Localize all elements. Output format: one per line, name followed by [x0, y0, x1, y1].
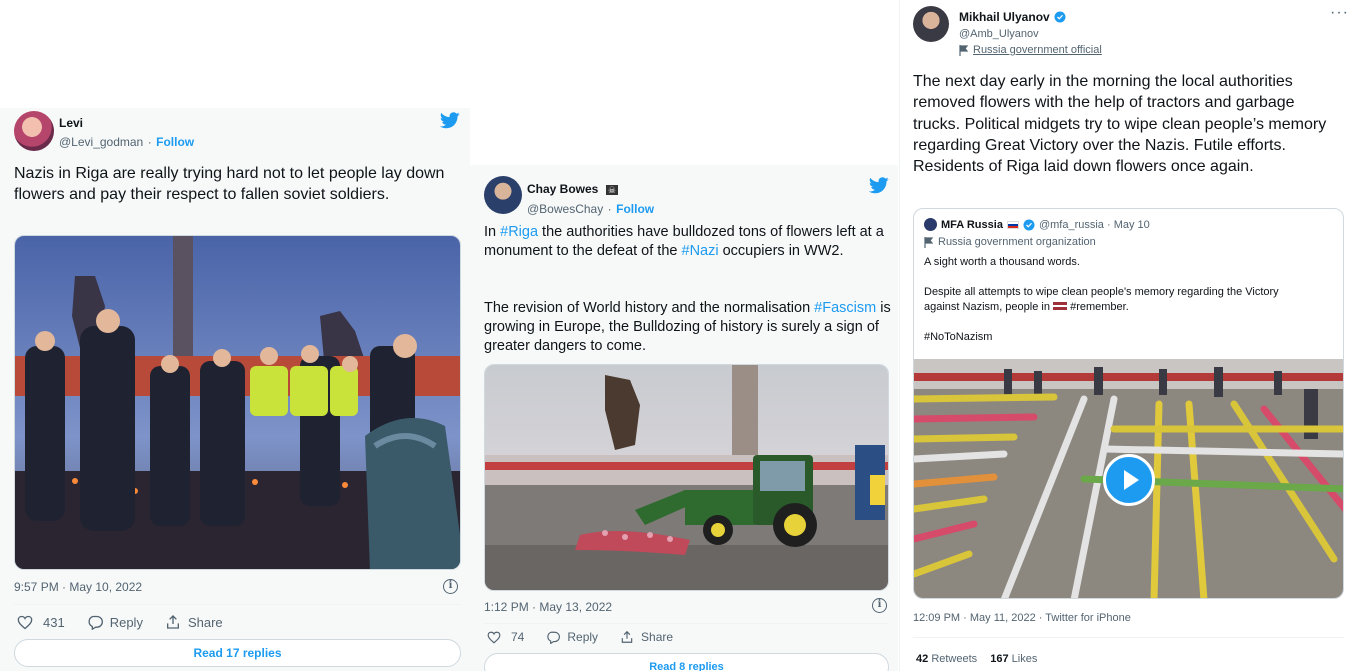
quoted-tweet[interactable]: MFA Russia @mfa_russia · May 10 Russia g…: [913, 208, 1344, 599]
separator: ·: [607, 202, 612, 216]
tweet-actions: 431 Reply Share: [17, 614, 245, 630]
quote-user-name[interactable]: MFA Russia: [941, 219, 1003, 231]
play-button[interactable]: [1103, 454, 1155, 506]
government-flag-icon: [924, 236, 934, 248]
reply-icon: [547, 631, 561, 644]
play-icon: [1124, 470, 1139, 490]
quote-handle-date[interactable]: @mfa_russia · May 10: [1039, 219, 1150, 231]
hashtag-fascism[interactable]: #Fascism: [814, 300, 876, 316]
reply-label: Reply: [109, 614, 143, 630]
info-icon[interactable]: i: [443, 579, 458, 594]
share-label: Share: [187, 614, 223, 630]
quote-text-line: against Nazism, people in #remember.: [924, 300, 1129, 315]
tweet-card-mikhail-ulyanov: Mikhail Ulyanov @Amb_Ulyanov Russia gove…: [899, 0, 1350, 671]
text-run: In: [484, 224, 501, 240]
user-name[interactable]: Levi: [59, 116, 194, 130]
like-count: 74: [511, 630, 525, 644]
quote-government-label[interactable]: Russia government organization: [924, 236, 1096, 248]
info-icon[interactable]: i: [872, 598, 887, 613]
quote-label-text: Russia government organization: [938, 236, 1096, 248]
user-name[interactable]: Mikhail Ulyanov: [959, 10, 1050, 24]
tweet-actions: 74 Reply Share: [487, 630, 695, 644]
text-run: #remember.: [1067, 301, 1129, 313]
user-handle[interactable]: @Levi_godman: [59, 135, 143, 149]
timestamp[interactable]: 12:09 PM · May 11, 2022 · Twitter for iP…: [913, 612, 1131, 624]
avatar[interactable]: [913, 6, 949, 42]
pirate-flag-icon: ☠: [605, 185, 618, 195]
photo-riga-police: [15, 236, 460, 569]
tweet-photo[interactable]: [14, 235, 461, 570]
engagement-stats: 42 Retweets 167 Likes: [916, 653, 1037, 665]
tweet-card-levi: Levi @Levi_godman · Follow Nazis in Riga…: [0, 108, 470, 671]
divider: [14, 604, 461, 605]
more-icon[interactable]: ···: [1330, 4, 1349, 22]
share-label: Share: [641, 630, 674, 644]
government-flag-icon: [959, 44, 969, 56]
tweet-header: Chay Bowes ☠ @BowesChay · Follow: [484, 176, 654, 218]
likes-label[interactable]: Likes: [1012, 653, 1038, 665]
divider: [913, 637, 1344, 638]
timestamp[interactable]: 1:12 PM · May 13, 2022: [484, 600, 612, 614]
photo-bulldozer-monument: [485, 365, 888, 590]
retweet-label[interactable]: Retweets: [931, 653, 977, 665]
tweet-text-paragraph-1: In #Riga the authorities have bulldozed …: [484, 223, 894, 261]
tweet-header: Levi @Levi_godman · Follow: [14, 111, 194, 151]
hashtag-nazi[interactable]: #Nazi: [682, 243, 719, 259]
twitter-bird-icon[interactable]: [440, 112, 460, 129]
tweet-text: The next day early in the morning the lo…: [913, 73, 1327, 176]
twitter-bird-icon[interactable]: [869, 177, 889, 194]
follow-button[interactable]: Follow: [156, 135, 194, 149]
quote-video[interactable]: [914, 359, 1343, 598]
divider: [484, 623, 889, 624]
russia-flag-icon: [1006, 220, 1019, 229]
share-icon: [621, 630, 633, 643]
read-replies-button[interactable]: Read 17 replies: [14, 639, 461, 667]
text-run: against Nazism, people in: [924, 301, 1054, 313]
quote-text-line: A sight worth a thousand words.: [924, 256, 1080, 268]
heart-icon: [487, 631, 501, 644]
separator: ·: [147, 135, 152, 149]
user-name[interactable]: Chay Bowes: [527, 182, 598, 196]
likes-count[interactable]: 167: [990, 653, 1008, 665]
timestamp[interactable]: 9:57 PM · May 10, 2022: [14, 580, 142, 594]
tweet-photo[interactable]: [484, 364, 889, 591]
hashtag-riga[interactable]: #Riga: [500, 224, 538, 240]
reply-icon: [88, 615, 103, 630]
user-handle[interactable]: @BowesChay: [527, 202, 603, 216]
share-button[interactable]: Share: [620, 630, 673, 644]
like-button[interactable]: 74: [487, 630, 524, 644]
verified-icon: [1023, 219, 1035, 230]
follow-button[interactable]: Follow: [616, 202, 654, 216]
government-label-text: Russia government official: [973, 44, 1102, 56]
tweet-text-paragraph-2: The revision of World history and the no…: [484, 299, 894, 356]
tweet-text: Nazis in Riga are really trying hard not…: [14, 165, 445, 203]
retweet-count[interactable]: 42: [916, 653, 928, 665]
avatar[interactable]: [14, 111, 54, 151]
verified-icon: [1054, 11, 1066, 23]
latvia-flag-icon: [1053, 302, 1068, 310]
quote-header: MFA Russia @mfa_russia · May 10: [924, 218, 1150, 231]
quote-hashtag[interactable]: #NoToNazism: [924, 330, 992, 345]
text-run: The revision of World history and the no…: [484, 300, 815, 316]
avatar[interactable]: [484, 176, 522, 214]
text-run: occupiers in WW2.: [718, 243, 844, 259]
reply-button[interactable]: Reply: [87, 615, 143, 630]
quote-text-line: Despite all attempts to wipe clean peopl…: [924, 286, 1279, 298]
like-count: 431: [43, 614, 65, 630]
reply-button[interactable]: Reply: [546, 630, 598, 644]
avatar[interactable]: [924, 218, 937, 231]
tweet-header: Mikhail Ulyanov @Amb_Ulyanov Russia gove…: [913, 6, 1102, 56]
share-button[interactable]: Share: [165, 614, 223, 630]
heart-icon: [17, 615, 33, 629]
user-handle[interactable]: @Amb_Ulyanov: [959, 28, 1102, 40]
government-label[interactable]: Russia government official: [959, 44, 1102, 56]
share-icon: [166, 615, 179, 629]
read-replies-button[interactable]: Read 8 replies: [484, 653, 889, 671]
tweet-card-chay-bowes: Chay Bowes ☠ @BowesChay · Follow In #Rig…: [470, 165, 898, 671]
reply-label: Reply: [567, 630, 599, 644]
like-button[interactable]: 431: [17, 615, 65, 630]
